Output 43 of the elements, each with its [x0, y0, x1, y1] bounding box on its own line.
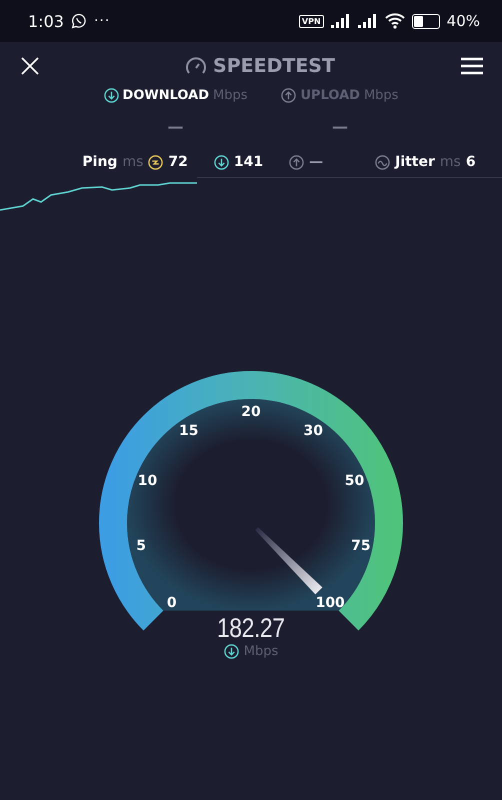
result-value: — [168, 117, 184, 136]
stat-unit: ms [440, 154, 461, 170]
lightning-circle-icon [148, 154, 164, 170]
down-arrow-circle-icon [224, 644, 239, 659]
signal-icon [358, 14, 378, 28]
wave-circle-icon [375, 154, 390, 170]
gauge-tick-label: 30 [303, 422, 323, 439]
app-title: SPEEDTEST [213, 55, 335, 77]
up-arrow-circle-icon [289, 154, 304, 170]
speed-unit: Mbps [244, 644, 278, 659]
signal-icon [330, 14, 351, 28]
test-tab[interactable]: DOWNLOAD Mbps [102, 86, 250, 105]
gauge-tick-label: 100 [316, 595, 345, 612]
stat-value: 72 [168, 154, 188, 170]
more-notifications: ··· [94, 13, 110, 29]
stat-label: Ping [82, 154, 118, 170]
wifi-icon [384, 13, 405, 29]
gauge-tick-label: 20 [241, 404, 261, 420]
stat-unit: ms [122, 154, 144, 170]
gauge-tick-label: 0 [166, 595, 177, 612]
down-arrow-circle-icon [104, 88, 119, 103]
gauge-tick-label: 5 [136, 538, 146, 554]
gauge-tick-label: 75 [351, 538, 371, 554]
up-arrow-circle-icon [281, 88, 296, 103]
stat-value: — [309, 154, 324, 170]
clock-time: 1:03 [28, 12, 64, 30]
down-arrow-circle-icon [214, 154, 229, 170]
menu-button[interactable] [460, 57, 484, 75]
vpn-badge: VPN [298, 14, 324, 28]
stat-label: Jitter [395, 154, 435, 170]
battery-icon [412, 14, 440, 28]
gauge-needle [255, 527, 322, 594]
chat-bubble-icon [70, 13, 87, 29]
speed-reading: 182.27 [217, 613, 285, 644]
gauge-tick-label: 50 [344, 473, 364, 490]
stat-value: 141 [234, 154, 264, 170]
gauge-tick-label: 10 [138, 473, 158, 490]
result-value: — [332, 117, 348, 136]
stat-value: 6 [466, 154, 476, 170]
close-button[interactable] [20, 56, 40, 76]
gauge-icon [185, 56, 208, 76]
battery-percentage: 40% [446, 12, 480, 30]
gauge-tick-label: 15 [179, 422, 199, 439]
